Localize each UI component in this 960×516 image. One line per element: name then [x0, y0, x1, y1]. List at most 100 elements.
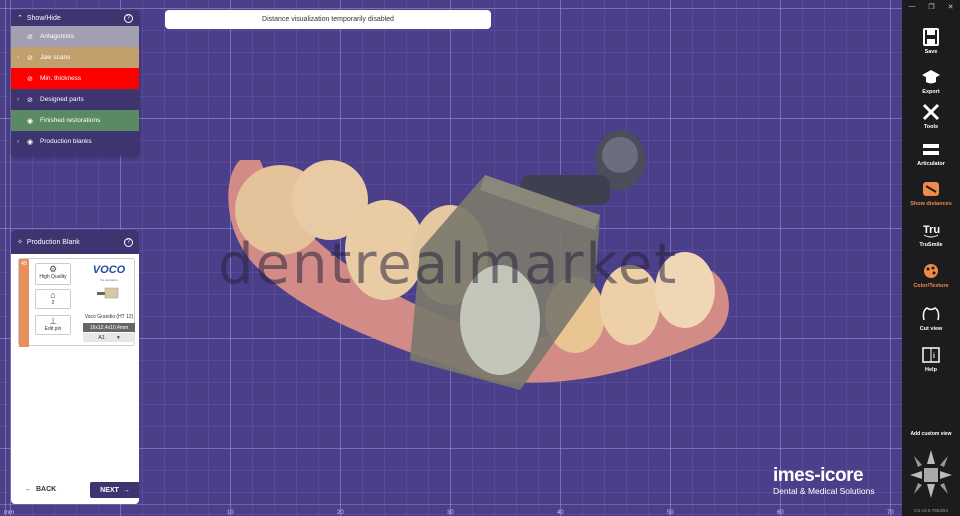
ruler-tick: 70	[887, 510, 894, 516]
eye-hidden-icon[interactable]: ⊘	[27, 75, 36, 83]
help-icon[interactable]: ?	[124, 13, 133, 23]
vertical-ruler	[0, 0, 6, 516]
eye-hidden-icon[interactable]: ⊘	[27, 54, 36, 62]
production-blank-title: Production Blank	[26, 238, 80, 246]
show-distances-button[interactable]: Show distances	[902, 180, 960, 207]
brand-tagline: the dentalists	[100, 278, 118, 282]
layer-designed-parts[interactable]: › ⊘ Designed parts	[11, 89, 139, 110]
ruler-tick: 60	[777, 510, 784, 516]
help-button[interactable]: i Help	[902, 346, 960, 373]
articulator-icon	[923, 144, 939, 155]
blank-card[interactable]: 45 ⚙ High Quality ⌂ 2 ⊥ Edit pin VOCO th…	[18, 258, 135, 347]
3d-viewport[interactable]: dentrealmarket Distance visualization te…	[0, 0, 902, 516]
next-button[interactable]: NEXT →	[90, 482, 139, 498]
help-icon[interactable]: ?	[124, 237, 133, 247]
show-hide-title: Show/Hide	[26, 14, 61, 22]
export-label: Export	[922, 89, 940, 95]
trusmile-icon: Tru	[923, 224, 940, 238]
show-hide-header[interactable]: ⌃ Show/Hide ?	[11, 10, 139, 26]
count-label: 2	[51, 300, 55, 306]
tools-button[interactable]: Tools	[902, 103, 960, 130]
tools-label: Tools	[923, 124, 939, 130]
next-label: NEXT	[100, 486, 119, 494]
ruler-unit: mm	[4, 510, 14, 516]
right-toolbar: — ❐ ✕ Save Export Tools Articulator Show…	[902, 0, 960, 516]
layer-label: Finished restorations	[40, 117, 101, 124]
distance-notice: Distance visualization temporarily disab…	[165, 10, 491, 29]
eye-icon[interactable]: ◉	[27, 117, 36, 125]
trusmile-button[interactable]: Tru TruSmile	[902, 221, 960, 248]
ruler-tick: 40	[557, 510, 564, 516]
cut-view-label: Cut view	[919, 326, 943, 332]
magic-wand-icon: ✧	[17, 239, 23, 246]
dimensions-label: 16x12,4x10,4mm	[83, 323, 135, 332]
logo-name: imes-icore	[773, 465, 864, 486]
graduation-cap-icon	[922, 70, 940, 84]
chevron-right-icon[interactable]: ›	[17, 55, 23, 61]
quality-label: High Quality	[39, 274, 67, 280]
palette-icon	[924, 264, 938, 278]
version-label: CS-v3.0-7953/84	[913, 508, 949, 513]
count-selector[interactable]: ⌂ 2	[35, 289, 71, 309]
window-controls: — ❐ ✕	[902, 3, 960, 11]
production-blank-panel: ✧ Production Blank ? 45 ⚙ High Quality ⌂…	[11, 230, 139, 504]
save-button[interactable]: Save	[902, 28, 960, 55]
horizontal-ruler: mm 10 20 30 40 50 60 70	[0, 504, 902, 516]
ruler-tick: 10	[227, 510, 234, 516]
close-icon[interactable]: ✕	[948, 3, 954, 11]
save-label: Save	[924, 49, 938, 55]
tooth-number-tab: 45	[19, 259, 29, 347]
logo-tagline: Dental & Medical Solutions	[773, 486, 875, 496]
view-navigator-icon[interactable]	[908, 448, 954, 500]
ruler-tick: 20	[337, 510, 344, 516]
layer-production-blanks[interactable]: › ◉ Production blanks	[11, 131, 139, 152]
distances-icon	[923, 182, 939, 196]
show-hide-panel: ⌃ Show/Hide ? ⊘ Antagonists › ⊘ Jaw scan…	[11, 10, 139, 156]
articulator-button[interactable]: Articulator	[902, 140, 960, 167]
quality-selector[interactable]: ⚙ High Quality	[35, 263, 71, 285]
layer-jaw-scans[interactable]: › ⊘ Jaw scans	[11, 47, 139, 68]
cut-view-icon	[922, 307, 940, 321]
layer-label: Antagonists	[40, 33, 74, 40]
layer-label: Min. thickness	[40, 75, 82, 82]
ruler-tick: 50	[667, 510, 674, 516]
minimize-icon[interactable]: —	[908, 3, 915, 11]
watermark-text: dentrealmarket	[218, 232, 679, 297]
edit-pin-label: Edit pin	[44, 326, 62, 332]
layer-label: Jaw scans	[40, 54, 71, 61]
svg-text:i: i	[933, 353, 935, 360]
restore-icon[interactable]: ❐	[928, 3, 934, 11]
svg-text:Tru: Tru	[923, 224, 940, 236]
layer-min-thickness[interactable]: ⊘ Min. thickness	[11, 68, 139, 89]
layer-antagonists[interactable]: ⊘ Antagonists	[11, 26, 139, 47]
quality-badge-icon: ⚙	[48, 264, 58, 274]
back-button[interactable]: ← BACK	[25, 482, 56, 496]
product-name: Voco Grandio (HT 12)	[84, 314, 134, 320]
company-logo: imes-icore Dental & Medical Solutions	[773, 465, 897, 497]
add-custom-view-button[interactable]: Add custom view	[902, 431, 960, 437]
ruler-tick: 30	[447, 510, 454, 516]
chevron-right-icon[interactable]: ›	[17, 139, 23, 145]
tools-icon	[922, 103, 940, 121]
eye-hidden-icon[interactable]: ⊘	[27, 33, 36, 41]
export-button[interactable]: Export	[902, 68, 960, 95]
trusmile-label: TruSmile	[919, 242, 943, 248]
layer-label: Designed parts	[40, 96, 84, 103]
blank-image-icon	[97, 287, 119, 299]
help-book-icon: i	[922, 347, 940, 363]
layer-label: Production blanks	[40, 138, 92, 145]
eye-hidden-icon[interactable]: ⊘	[27, 96, 36, 104]
production-blank-header: ✧ Production Blank ?	[11, 230, 139, 254]
arrow-right-icon: →	[122, 486, 130, 494]
cut-view-button[interactable]: Cut view	[902, 305, 960, 332]
tooth-icon: ⌂	[50, 290, 56, 300]
show-distances-label: Show distances	[910, 201, 952, 207]
shade-select[interactable]: A1 ▾	[83, 333, 135, 342]
save-icon	[923, 28, 939, 46]
shade-value: A1	[98, 334, 105, 341]
chevron-right-icon[interactable]: ›	[17, 97, 23, 103]
color-texture-button[interactable]: Color/Texture	[902, 262, 960, 289]
edit-pin-button[interactable]: ⊥ Edit pin	[35, 315, 71, 335]
layer-finished-restorations[interactable]: ◉ Finished restorations	[11, 110, 139, 131]
eye-icon[interactable]: ◉	[27, 138, 36, 146]
